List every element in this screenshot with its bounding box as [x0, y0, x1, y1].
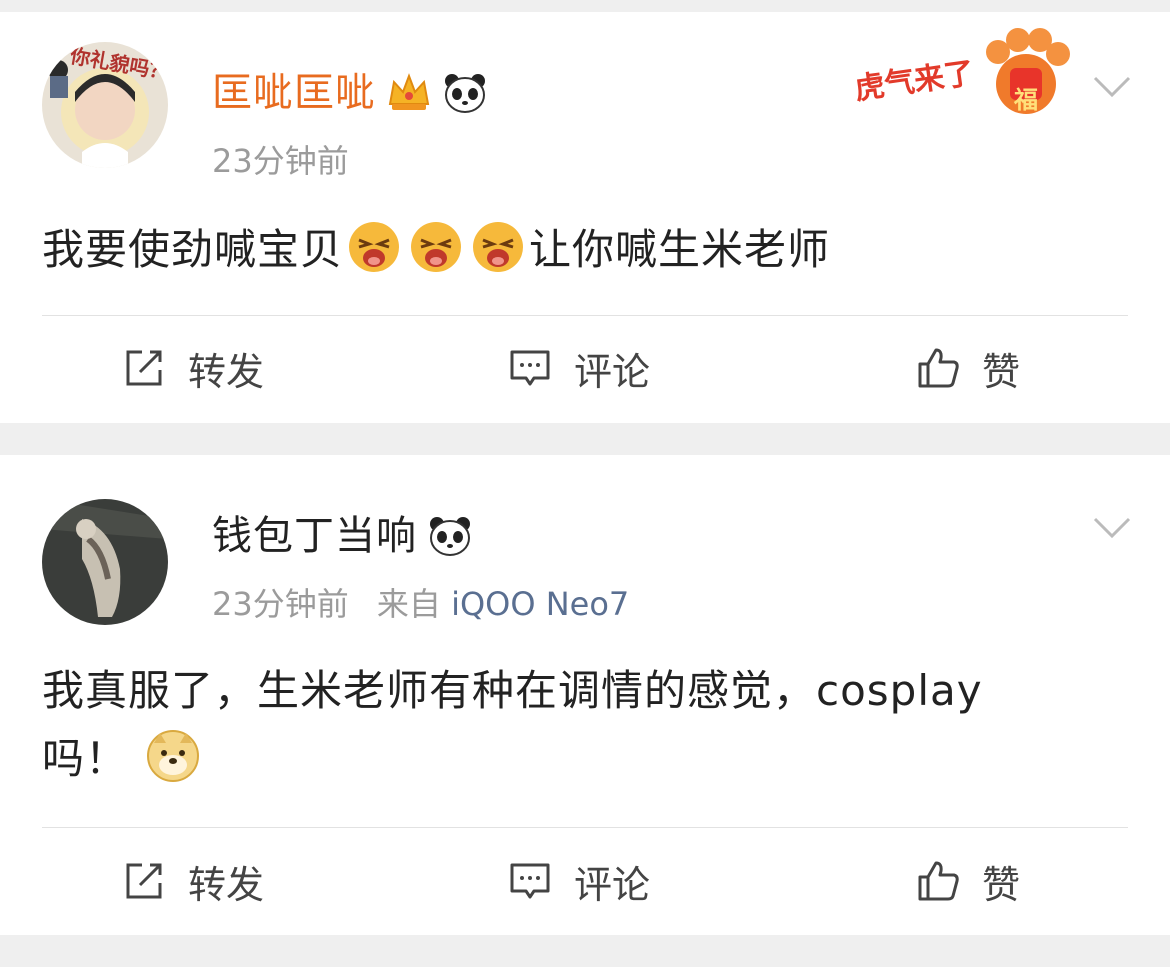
content-text: 我要使劲喊宝贝: [42, 225, 344, 274]
comment-label: 评论: [574, 349, 651, 394]
username[interactable]: 匡呲匡呲: [212, 70, 488, 116]
post-content: 我真服了，生米老师有种在调情的感觉，cosplay 吗！: [42, 657, 1090, 793]
divider: [42, 315, 1128, 316]
like-icon: [918, 861, 959, 901]
username-text[interactable]: 匡呲匡呲: [212, 73, 376, 113]
content-line-2: 吗！: [42, 725, 1090, 793]
post-meta: 23分钟前: [212, 136, 349, 182]
repost-icon: [126, 863, 162, 899]
post-card: 钱包丁当响 23分钟前 来自 iQOO Neo7 我真服了，生米老师有种在调情的…: [0, 455, 1170, 935]
comment-icon: [510, 863, 550, 899]
panda-icon[interactable]: [442, 70, 488, 116]
comment-icon: [510, 350, 550, 386]
comment-button[interactable]: 评论: [508, 841, 650, 921]
repost-icon: [126, 350, 162, 386]
content-text: 让你喊生米老师: [529, 225, 831, 274]
repost-button[interactable]: 转发: [122, 841, 264, 921]
banner-text: 虎气来了: [852, 55, 977, 108]
content-text: 吗！: [42, 734, 129, 783]
device-link[interactable]: iQOO Neo7: [451, 585, 629, 623]
repost-label: 转发: [188, 862, 265, 907]
like-label: 赞: [982, 862, 1021, 907]
repost-label: 转发: [188, 349, 265, 394]
username-text[interactable]: 钱包丁当响: [212, 516, 417, 556]
post-time: 23分钟前: [212, 585, 349, 623]
crying-emoji-icon: [473, 222, 524, 272]
like-button[interactable]: 赞: [916, 841, 1020, 921]
crying-emoji-icon: [411, 222, 462, 272]
doge-emoji-icon: [147, 730, 200, 782]
divider: [42, 827, 1128, 828]
chevron-down-icon[interactable]: [1092, 74, 1132, 100]
chevron-down-icon[interactable]: [1092, 515, 1132, 541]
feed-separator: [0, 935, 1170, 967]
banner-sticker[interactable]: 虎气来了 福: [852, 26, 1072, 126]
panda-icon[interactable]: [427, 513, 473, 559]
post-time: 23分钟前: [212, 142, 349, 180]
avatar[interactable]: [42, 499, 168, 625]
action-bar: 转发 评论 赞: [0, 328, 1170, 408]
crying-emoji-icon: [349, 222, 400, 272]
content-line: 我真服了，生米老师有种在调情的感觉，cosplay: [42, 666, 983, 715]
repost-button[interactable]: 转发: [122, 328, 264, 408]
crown-icon[interactable]: [386, 70, 432, 116]
like-icon: [918, 348, 959, 388]
post-card: 你礼貌吗？ 匡呲匡呲 23分钟前 虎气来了 福 我要使劲喊宝贝 让你喊生米老师 …: [0, 12, 1170, 423]
post-content: 我要使劲喊宝贝 让你喊生米老师: [42, 216, 1090, 284]
like-button[interactable]: 赞: [916, 328, 1020, 408]
username[interactable]: 钱包丁当响: [212, 513, 473, 559]
source-prefix: 来自: [376, 585, 441, 623]
comment-label: 评论: [574, 862, 651, 907]
post-meta: 23分钟前 来自 iQOO Neo7: [212, 579, 629, 625]
avatar[interactable]: 你礼貌吗？: [42, 42, 168, 168]
banner-badge: 福: [1014, 86, 1038, 114]
action-bar: 转发 评论 赞: [0, 841, 1170, 921]
like-label: 赞: [982, 349, 1021, 394]
comment-button[interactable]: 评论: [508, 328, 650, 408]
